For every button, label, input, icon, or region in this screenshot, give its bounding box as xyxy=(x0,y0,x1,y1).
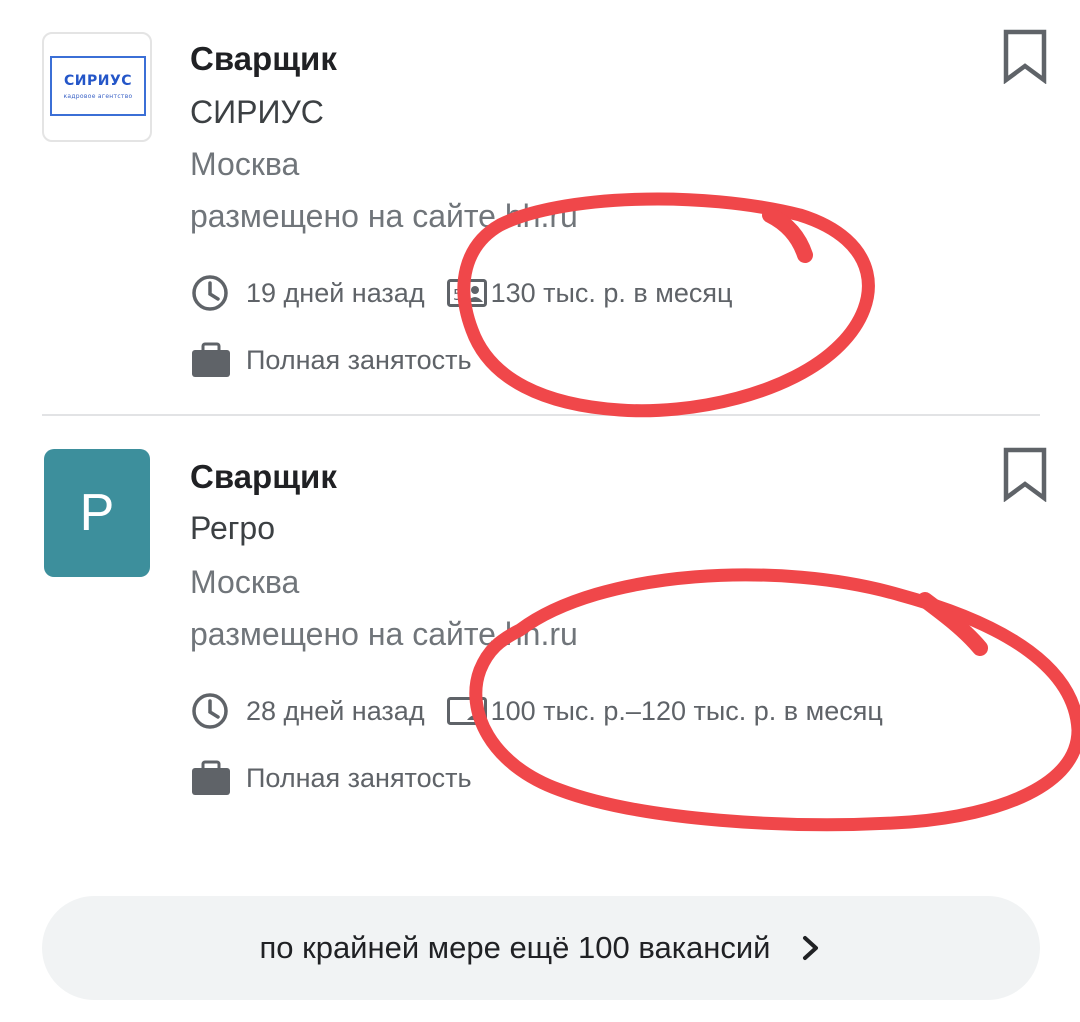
job-card[interactable]: СИРИУС кадровое агентство Сварщик СИРИУС… xyxy=(0,0,1080,416)
bookmark-icon[interactable] xyxy=(1000,28,1050,85)
salary-card-icon: 5 xyxy=(446,279,487,307)
more-vacancies-label: по крайней мере ещё 100 вакансий xyxy=(259,930,771,965)
briefcase-icon xyxy=(190,758,232,798)
meta-row: 28 дней назад 100 тыс. р.–120 тыс. р. в … xyxy=(190,691,883,731)
chevron-right-icon xyxy=(800,934,822,962)
logo-letter-tile: Р xyxy=(44,449,150,577)
company-name: Регро xyxy=(190,510,275,546)
logo-text: СИРИУС xyxy=(63,72,133,89)
posted-date: 19 дней назад xyxy=(246,277,425,308)
bookmark-icon[interactable] xyxy=(1000,446,1050,503)
company-logo: Р xyxy=(44,449,152,579)
job-source: размещено на сайте hh.ru xyxy=(190,198,578,234)
logo-subtext: кадровое агентство xyxy=(63,92,133,100)
employment-type: Полная занятость xyxy=(246,762,472,793)
clock-icon xyxy=(190,273,230,313)
company-name: СИРИУС xyxy=(190,94,324,130)
meta-row: 19 дней назад 5 130 тыс. р. в месяц xyxy=(190,273,732,313)
job-title[interactable]: Сварщик xyxy=(190,40,337,78)
employment-row: Полная занятость xyxy=(190,340,472,380)
sirius-logo-image: СИРИУС кадровое агентство xyxy=(50,56,146,116)
salary: 130 тыс. р. в месяц xyxy=(490,277,733,308)
clock-icon xyxy=(190,691,230,731)
job-location: Москва xyxy=(190,564,300,600)
job-location: Москва xyxy=(190,146,300,182)
employment-type: Полная занятость xyxy=(246,344,472,375)
job-card[interactable]: Р Сварщик Регро Москва размещено на сайт… xyxy=(0,416,1080,836)
salary: 100 тыс. р.–120 тыс. р. в месяц xyxy=(490,695,883,726)
more-vacancies-button[interactable]: по крайней мере ещё 100 вакансий xyxy=(42,896,1040,1000)
briefcase-icon xyxy=(190,340,232,380)
job-title[interactable]: Сварщик xyxy=(190,458,337,496)
employment-row: Полная занятость xyxy=(190,758,472,798)
svg-text:5: 5 xyxy=(453,286,463,304)
posted-date: 28 дней назад xyxy=(246,695,425,726)
company-logo: СИРИУС кадровое агентство xyxy=(42,32,152,142)
salary-card-icon xyxy=(446,697,487,725)
job-source: размещено на сайте hh.ru xyxy=(190,616,578,652)
